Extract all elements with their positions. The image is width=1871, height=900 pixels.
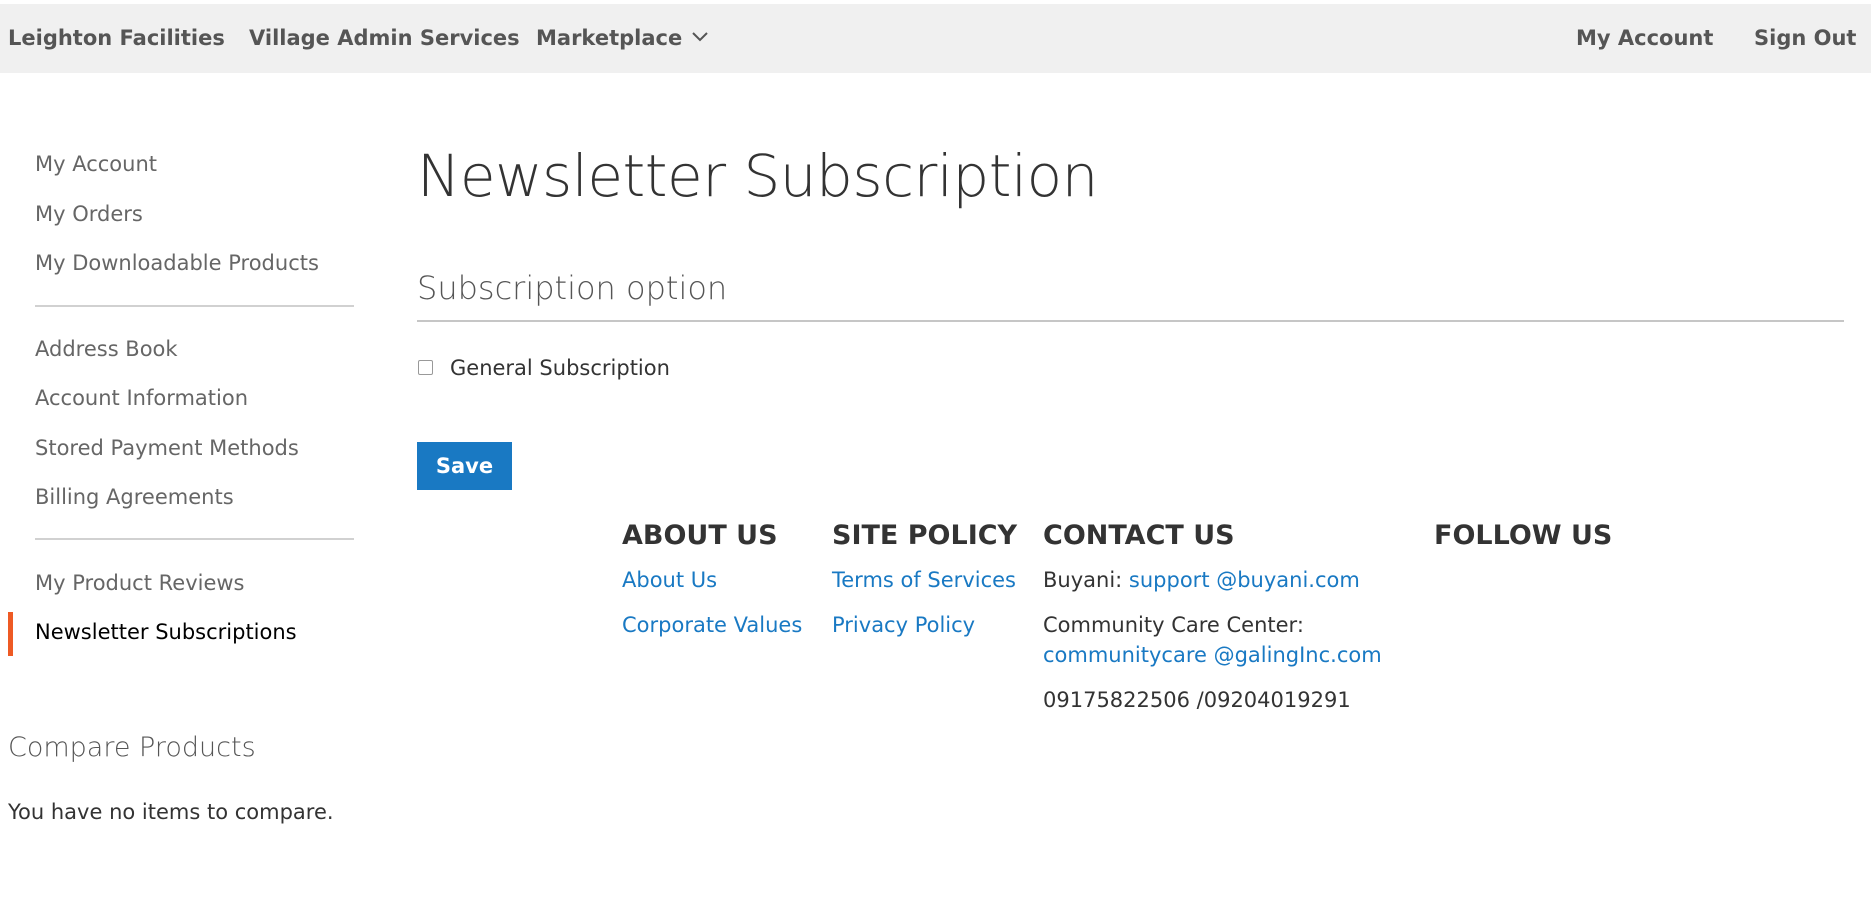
nav-link-leighton-facilities[interactable]: Leighton Facilities [8,4,225,73]
footer-heading-site-policy: SITE POLICY [832,520,1018,551]
sidebar-item-account-information[interactable]: Account Information [35,384,248,412]
top-navigation-bar: Leighton Facilities Village Admin Servic… [0,4,1871,73]
compare-products-empty-message: You have no items to compare. [8,800,334,824]
sidebar-item-my-downloadable-products[interactable]: My Downloadable Products [35,249,319,277]
footer-care-center-label: Community Care Center: [1043,613,1304,637]
footer-link-about-us[interactable]: About Us [622,566,717,594]
footer-heading-follow-us: FOLLOW US [1434,520,1613,551]
nav-link-my-account[interactable]: My Account [1576,4,1713,73]
footer-heading-about-us: ABOUT US [622,520,778,551]
footer-link-care-center-email[interactable]: communitycare @galingInc.com [1043,641,1382,669]
sidebar-item-billing-agreements[interactable]: Billing Agreements [35,483,234,511]
footer-buyani-label: Buyani: [1043,568,1123,592]
general-subscription-label[interactable]: General Subscription [450,354,670,382]
subscription-section-title: Subscription option [417,269,728,307]
nav-marketplace-label: Marketplace [536,26,683,50]
sidebar-item-stored-payment-methods[interactable]: Stored Payment Methods [35,434,299,462]
sidebar-item-my-orders[interactable]: My Orders [35,200,143,228]
footer-buyani-contact: Buyani: support @buyani.com [1043,566,1360,594]
sidebar-item-my-product-reviews[interactable]: My Product Reviews [35,569,245,597]
page-title: Newsletter Subscription [417,142,1098,210]
nav-link-sign-out[interactable]: Sign Out [1754,4,1856,73]
chevron-down-icon [692,32,708,42]
footer-link-buyani-email[interactable]: support @buyani.com [1129,568,1360,592]
sidebar-active-marker [8,612,13,656]
section-divider [417,320,1844,322]
compare-products-title: Compare Products [8,732,256,763]
footer-link-privacy-policy[interactable]: Privacy Policy [832,611,975,639]
general-subscription-checkbox[interactable] [418,360,433,375]
nav-link-marketplace[interactable]: Marketplace [536,4,708,73]
footer-heading-contact-us: CONTACT US [1043,520,1235,551]
sidebar-divider [35,305,354,307]
sidebar-item-my-account[interactable]: My Account [35,150,157,178]
sidebar-divider [35,538,354,540]
footer-link-corporate-values[interactable]: Corporate Values [622,611,802,639]
sidebar-item-newsletter-subscriptions[interactable]: Newsletter Subscriptions [35,618,297,646]
footer-phone-numbers: 09175822506 /09204019291 [1043,688,1351,712]
nav-link-village-admin-services[interactable]: Village Admin Services [249,4,520,73]
footer-link-terms-of-services[interactable]: Terms of Services [832,566,1016,594]
sidebar-item-address-book[interactable]: Address Book [35,335,178,363]
save-button[interactable]: Save [417,442,512,490]
